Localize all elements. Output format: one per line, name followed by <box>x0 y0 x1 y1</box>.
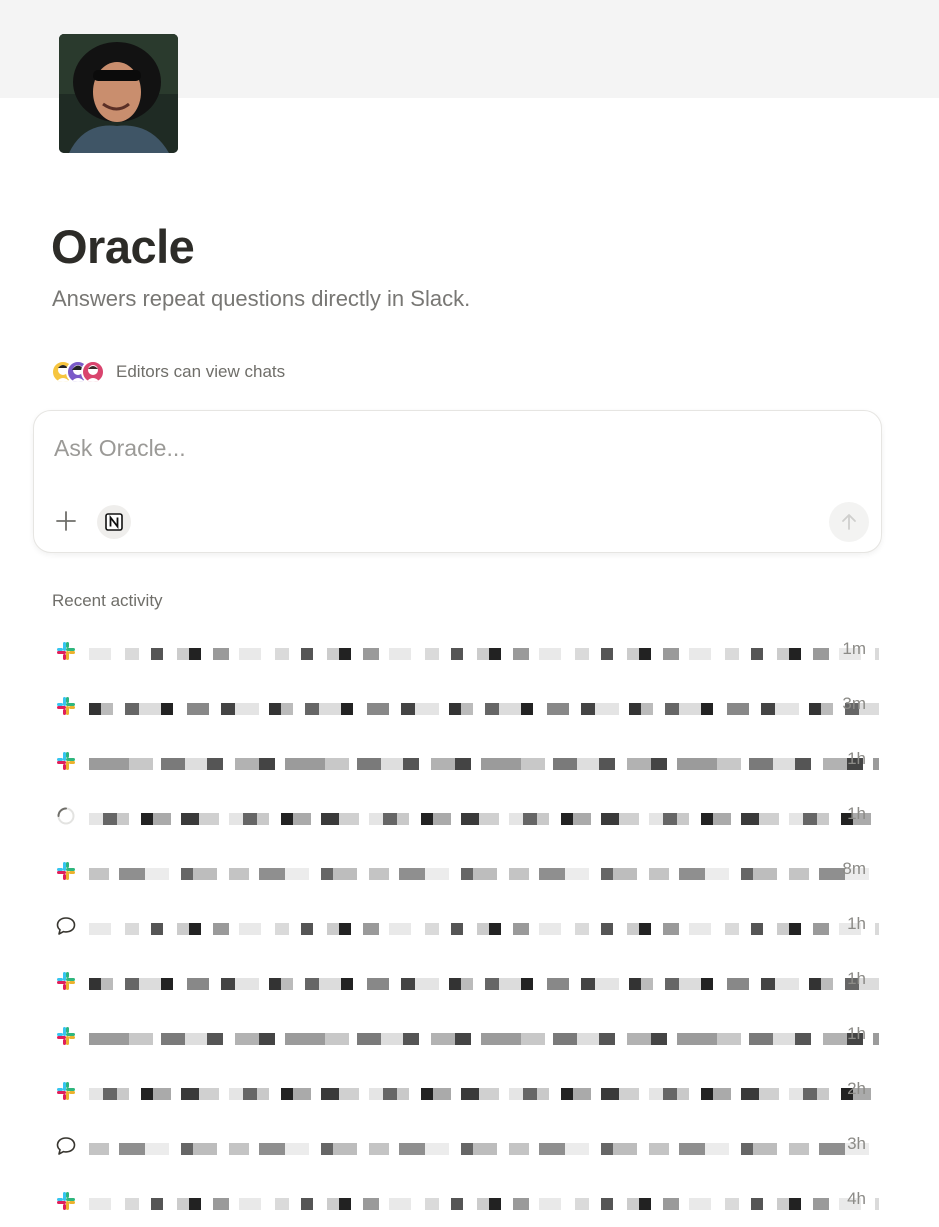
activity-text-redacted: [redacted] <box>89 1070 879 1110</box>
chat-bubble-icon <box>55 915 77 937</box>
activity-text-redacted: [redacted] <box>89 740 879 780</box>
activity-text-redacted: [redacted] <box>89 850 879 890</box>
activity-row[interactable]: [redacted]1h <box>51 1007 879 1062</box>
activity-time: 1h <box>847 804 866 823</box>
activity-row[interactable]: [redacted]1h <box>51 897 879 952</box>
page-title: Oracle <box>51 220 195 273</box>
slack-icon <box>55 1080 77 1102</box>
editors-row[interactable]: Editors can view chats <box>51 358 285 386</box>
slack-icon <box>55 1025 77 1047</box>
activity-row[interactable]: [redacted]8m <box>51 842 879 897</box>
activity-row[interactable]: [redacted]1h <box>51 732 879 787</box>
editors-permission-text: Editors can view chats <box>116 362 286 381</box>
activity-row[interactable]: [redacted]3h <box>51 1117 879 1172</box>
slack-icon <box>55 860 77 882</box>
ask-box <box>33 410 882 553</box>
avatar-photo <box>59 34 178 153</box>
activity-text-redacted: [redacted] <box>89 795 879 835</box>
activity-time: 2h <box>847 1079 866 1098</box>
activity-time: 8m <box>842 859 866 878</box>
send-button[interactable] <box>829 502 869 542</box>
plus-icon <box>56 511 76 531</box>
activity-row[interactable]: [redacted]1h <box>51 952 879 1007</box>
chat-bubble-icon <box>55 1135 77 1157</box>
slack-icon <box>55 1190 77 1212</box>
recent-activity-heading: Recent activity <box>52 591 163 610</box>
activity-text-redacted: [redacted] <box>89 685 879 725</box>
activity-text-redacted: [redacted] <box>89 630 879 670</box>
notion-icon <box>105 513 123 531</box>
activity-text-redacted: [redacted] <box>89 1015 879 1055</box>
activity-time: 3m <box>842 694 866 713</box>
activity-row[interactable]: [redacted]1m <box>51 622 879 677</box>
add-attachment-button[interactable] <box>52 507 80 535</box>
activity-row[interactable]: [redacted]4h <box>51 1172 879 1227</box>
activity-row[interactable]: [redacted]3m <box>51 677 879 732</box>
slack-icon <box>55 695 77 717</box>
page-description: Answers repeat questions directly in Sla… <box>52 286 471 311</box>
slack-icon <box>55 970 77 992</box>
loading-spinner-icon <box>55 805 77 827</box>
recent-activity-list: [redacted]1m[redacted]3m[redacted]1h[red… <box>51 622 879 1227</box>
activity-row[interactable]: [redacted]2h <box>51 1062 879 1117</box>
activity-time: 4h <box>847 1189 866 1208</box>
editor-avatar <box>81 360 105 384</box>
activity-text-redacted: [redacted] <box>89 1125 879 1165</box>
activity-text-redacted: [redacted] <box>89 960 879 1000</box>
notion-source-button[interactable] <box>97 505 131 539</box>
activity-time: 1h <box>847 1024 866 1043</box>
activity-time: 1m <box>842 639 866 658</box>
slack-icon <box>55 750 77 772</box>
slack-icon <box>55 640 77 662</box>
activity-text-redacted: [redacted] <box>89 905 879 945</box>
activity-time: 1h <box>847 969 866 988</box>
ask-input[interactable] <box>54 431 814 465</box>
activity-text-redacted: [redacted] <box>89 1180 879 1220</box>
activity-time: 1h <box>847 914 866 933</box>
arrow-up-icon <box>842 514 856 530</box>
page-avatar[interactable] <box>59 34 178 153</box>
activity-row[interactable]: [redacted]1h <box>51 787 879 842</box>
activity-time: 1h <box>847 749 866 768</box>
activity-time: 3h <box>847 1134 866 1153</box>
